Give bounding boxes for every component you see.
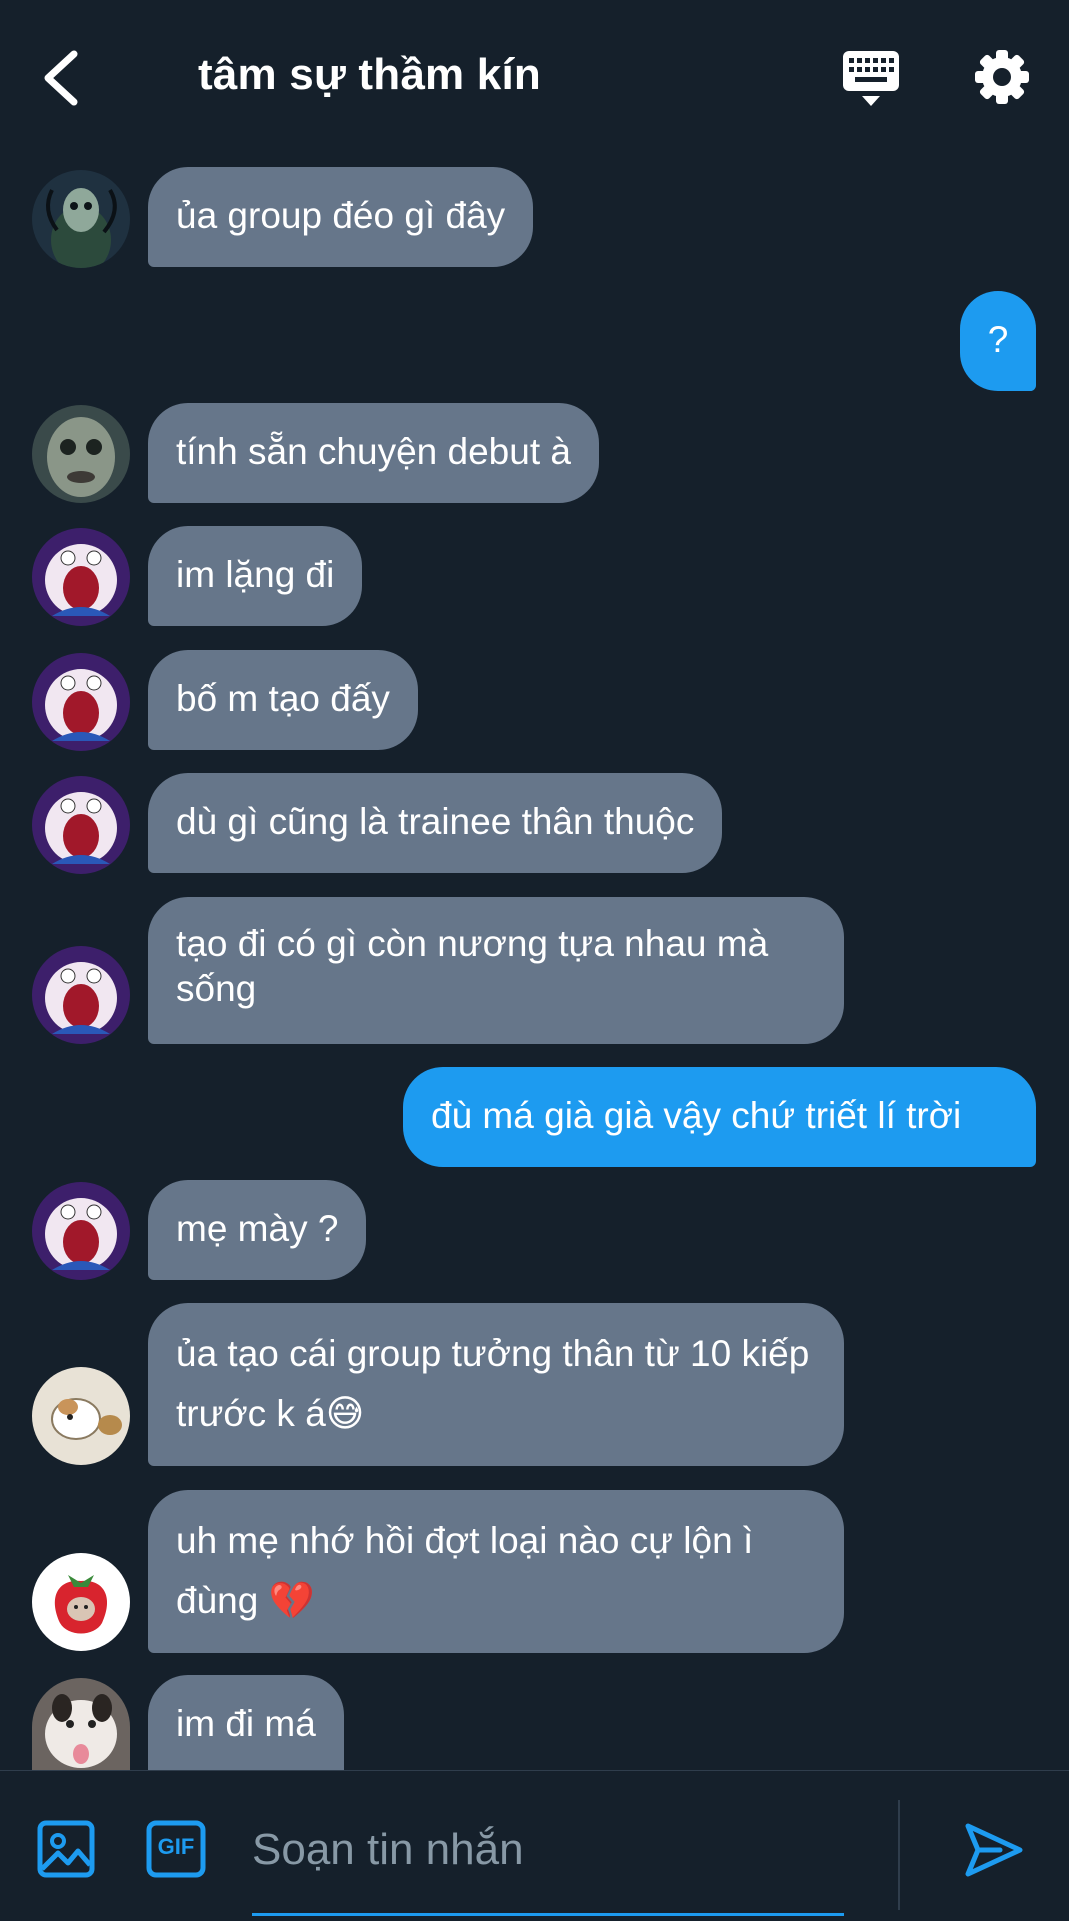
image-icon — [37, 1820, 95, 1878]
avatar[interactable] — [32, 1678, 130, 1770]
gear-icon — [975, 50, 1029, 104]
message-bubble[interactable]: im đi má — [148, 1675, 344, 1770]
avatar[interactable] — [32, 653, 130, 751]
input-underline — [252, 1913, 844, 1916]
message-bubble[interactable]: im lặng đi — [148, 526, 363, 626]
message-input-container — [252, 1800, 844, 1918]
chat-header: tâm sự thầm kín — [0, 0, 1069, 150]
message-bubble[interactable]: uh mẹ nhớ hồi đợt loại nào cự lộn ì đùng… — [148, 1490, 844, 1653]
back-button[interactable] — [40, 48, 84, 108]
message-bubble[interactable]: tạo đi có gì còn nương tựa nhau mà sống — [148, 897, 844, 1044]
send-button[interactable] — [964, 1820, 1024, 1880]
message-bubble[interactable]: mẹ mày ? — [148, 1180, 367, 1280]
add-image-button[interactable] — [36, 1819, 96, 1879]
composer-divider — [898, 1800, 900, 1910]
message-bubble[interactable]: ? — [960, 291, 1036, 391]
gif-label: GIF — [157, 1834, 195, 1859]
avatar[interactable] — [32, 528, 130, 626]
message-bubble[interactable]: đù má già già vậy chứ triết lí trời — [403, 1067, 1036, 1167]
avatar[interactable] — [32, 170, 130, 268]
message-bubble[interactable]: ủa tạo cái group tưởng thân từ 10 kiếp t… — [148, 1303, 844, 1466]
message-bubble[interactable]: dù gì cũng là trainee thân thuộc — [148, 773, 723, 873]
settings-button[interactable] — [974, 48, 1030, 106]
message-bubble[interactable]: bố m tạo đấy — [148, 650, 418, 750]
conversation-title: tâm sự thầm kín — [198, 50, 541, 99]
message-bubble[interactable]: ủa group đéo gì đây — [148, 167, 534, 267]
avatar[interactable] — [32, 1367, 130, 1465]
avatar[interactable] — [32, 776, 130, 874]
keyboard-icon — [843, 51, 899, 106]
add-gif-button[interactable]: GIF — [146, 1820, 206, 1878]
avatar[interactable] — [32, 946, 130, 1044]
message-input[interactable] — [252, 1800, 844, 1900]
avatar[interactable] — [32, 1553, 130, 1651]
avatar[interactable] — [32, 1182, 130, 1280]
avatar[interactable] — [32, 405, 130, 503]
keyboard-button[interactable] — [842, 50, 900, 108]
message-bubble[interactable]: tính sẵn chuyện debut à — [148, 403, 599, 503]
chevron-left-icon — [44, 50, 78, 106]
send-icon — [965, 1823, 1023, 1877]
